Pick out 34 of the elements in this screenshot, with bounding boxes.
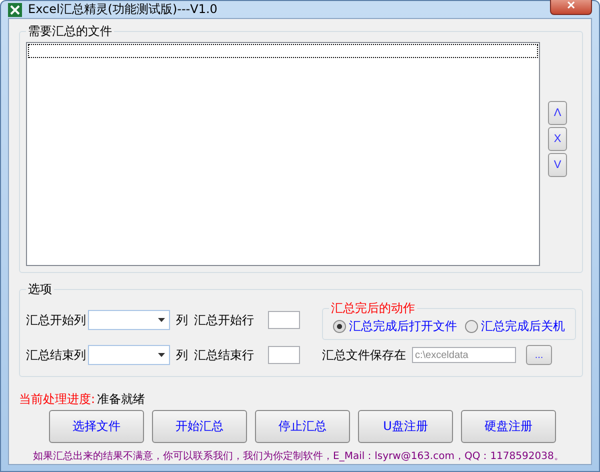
group-title: 需要汇总的文件 bbox=[27, 23, 113, 40]
field-label: 汇总结束行 bbox=[194, 346, 254, 364]
progress-label: 当前处理进度: bbox=[19, 391, 96, 408]
list-control-button[interactable]: X bbox=[548, 127, 567, 151]
list-control-button[interactable]: V bbox=[548, 153, 567, 177]
dropdown[interactable] bbox=[88, 310, 170, 330]
action-button[interactable]: 停止汇总 bbox=[255, 410, 350, 443]
field-label: 列 bbox=[176, 346, 188, 364]
caret-icon bbox=[158, 318, 165, 322]
progress-status: 准备就绪 bbox=[97, 391, 146, 408]
group-title: 选项 bbox=[27, 281, 53, 298]
spreadsheet-icon bbox=[8, 2, 22, 16]
window-title: Excel汇总精灵(功能测试版)---V1.0 bbox=[28, 1, 218, 18]
field-label: 汇总开始列 bbox=[26, 312, 86, 328]
file-list[interactable] bbox=[26, 42, 540, 266]
input-field[interactable] bbox=[268, 346, 300, 364]
radio-option[interactable]: 汇总完成后关机 bbox=[465, 318, 565, 334]
action-button[interactable]: U盘注册 bbox=[358, 410, 453, 443]
action-button[interactable]: 硬盘注册 bbox=[461, 410, 556, 443]
browse-button[interactable]: ... bbox=[526, 345, 552, 365]
field-label: 汇总开始行 bbox=[194, 312, 254, 328]
input-field[interactable] bbox=[268, 311, 300, 329]
field-label: 汇总文件保存在 bbox=[322, 346, 406, 364]
caret-icon bbox=[158, 353, 165, 357]
radio-option[interactable]: 汇总完成后打开文件 bbox=[333, 318, 457, 334]
contact-text: 如果汇总出来的结果不满意，你可以联系我们，我们为你定制软件，E_Mail：lsyrw@163.com，QQ：1178592038。 bbox=[33, 450, 564, 464]
action-button[interactable]: 选择文件 bbox=[49, 410, 144, 443]
field-label: 列 bbox=[176, 312, 188, 328]
list-control-button[interactable]: Λ bbox=[548, 101, 567, 125]
field-label: 汇总结束列 bbox=[26, 346, 86, 364]
dropdown[interactable] bbox=[88, 345, 170, 365]
group-title: 汇总完后的动作 bbox=[330, 300, 416, 317]
action-button[interactable]: 开始汇总 bbox=[152, 410, 247, 443]
path-field[interactable]: c:\exceldata bbox=[412, 347, 516, 363]
